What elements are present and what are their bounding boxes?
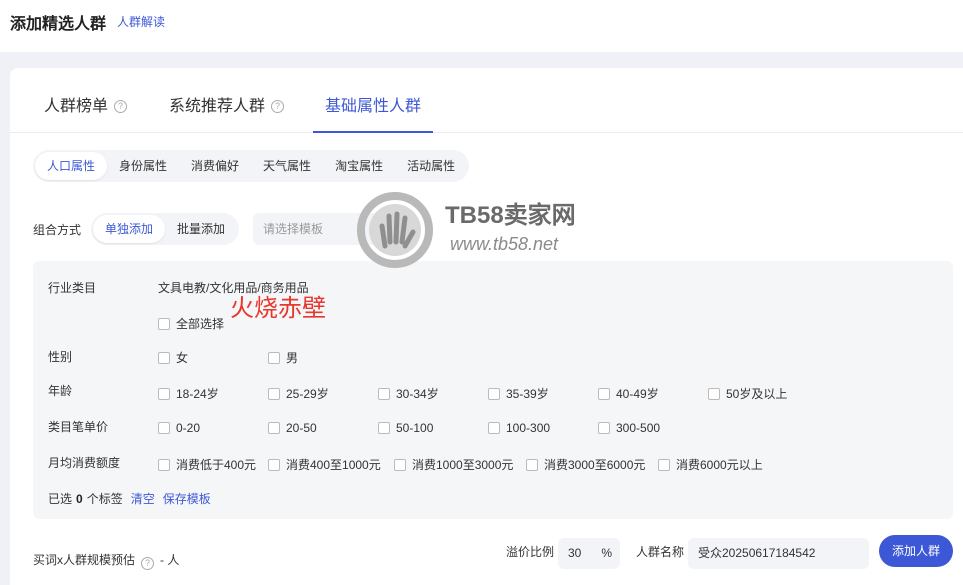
age-checkbox[interactable]: 30-34岁: [378, 385, 439, 402]
checkbox-box[interactable]: [378, 422, 390, 434]
page-title: 添加精选人群: [10, 16, 107, 33]
selected-summary: 已选 0 个标签 清空 保存模板: [48, 492, 211, 506]
page-header: 添加精选人群 人群解读: [0, 0, 963, 52]
tab-crowd-ranking[interactable]: 人群榜单?: [44, 92, 128, 133]
checkbox-box[interactable]: [158, 387, 170, 400]
subtab-taobao[interactable]: 淘宝属性: [323, 152, 395, 180]
checkbox-box[interactable]: [598, 387, 610, 400]
attribute-subtabs: 人口属性 身份属性 消费偏好 天气属性 淘宝属性 活动属性: [33, 150, 470, 182]
estimate-value: - 人: [160, 553, 180, 567]
checkbox-box[interactable]: [268, 458, 280, 471]
tab-bar: 人群榜单? 系统推荐人群? 基础属性人群: [10, 68, 963, 133]
spend-checkbox[interactable]: 消费低于400元: [158, 456, 256, 473]
watermark-url: www.tb58.net: [450, 234, 559, 254]
tab-basic-attribute-crowd[interactable]: 基础属性人群: [313, 92, 434, 133]
subtab-identity[interactable]: 身份属性: [107, 152, 179, 180]
combo-label: 组合方式: [33, 223, 82, 237]
hand-logo-icon: [357, 192, 433, 268]
selected-count: 0: [76, 492, 83, 506]
spend-checkbox[interactable]: 消费400至1000元: [268, 456, 381, 473]
checkbox-box[interactable]: [268, 387, 280, 400]
premium-label: 溢价比例: [506, 545, 555, 559]
checkbox-box[interactable]: [488, 422, 500, 434]
help-icon[interactable]: ?: [141, 557, 155, 570]
main-card: 人群榜单? 系统推荐人群? 基础属性人群 人口属性 身份属性 消费偏好 天气属性…: [10, 68, 963, 585]
checkbox-box[interactable]: [158, 458, 170, 471]
batch-add-option[interactable]: 批量添加: [165, 215, 237, 243]
tab-label: 系统推荐人群: [169, 98, 266, 115]
spend-checkbox[interactable]: 消费1000至3000元: [394, 456, 513, 473]
unit-price-label: 类目笔单价: [48, 420, 109, 434]
price-checkbox[interactable]: 20-50: [268, 421, 317, 435]
price-checkbox[interactable]: 300-500: [598, 421, 660, 435]
subtab-weather[interactable]: 天气属性: [251, 152, 323, 180]
checkbox-box[interactable]: [158, 422, 170, 434]
watermark-title: TB58卖家网: [445, 202, 576, 229]
premium-input[interactable]: 30 %: [558, 538, 620, 569]
template-placeholder: 请选择模板: [263, 222, 324, 236]
select-all-checkbox[interactable]: 全部选择: [158, 315, 224, 332]
gender-female-checkbox[interactable]: 女: [158, 349, 188, 366]
watermark: TB58卖家网 www.tb58.net: [355, 190, 605, 270]
save-template-link[interactable]: 保存模板: [163, 492, 211, 506]
spend-checkbox[interactable]: 消费6000元以上: [658, 456, 763, 473]
checkbox-box[interactable]: [658, 458, 670, 471]
single-add-option[interactable]: 单独添加: [93, 215, 166, 243]
help-icon[interactable]: ?: [271, 100, 285, 113]
age-checkbox[interactable]: 35-39岁: [488, 385, 549, 402]
percent-unit: %: [601, 546, 612, 560]
checkbox-box[interactable]: [598, 422, 610, 434]
monthly-spend-label: 月均消费额度: [48, 456, 121, 470]
clear-link[interactable]: 清空: [131, 492, 155, 506]
help-icon[interactable]: ?: [114, 100, 128, 113]
tab-recommended-crowd[interactable]: 系统推荐人群?: [169, 92, 285, 133]
bottom-bar: 买词x人群规模预估? - 人 溢价比例 30 % 人群名称 受众202506171…: [10, 535, 963, 578]
crowd-insight-link[interactable]: 人群解读: [117, 13, 165, 30]
age-checkbox[interactable]: 18-24岁: [158, 385, 219, 402]
gender-male-checkbox[interactable]: 男: [268, 349, 298, 366]
checkbox-box[interactable]: [394, 458, 406, 471]
tab-label: 基础属性人群: [325, 98, 422, 115]
scale-estimate: 买词x人群规模预估? - 人: [33, 553, 180, 570]
gender-label: 性别: [48, 350, 73, 364]
subtab-activity[interactable]: 活动属性: [395, 152, 467, 180]
price-checkbox[interactable]: 0-20: [158, 421, 200, 435]
price-checkbox[interactable]: 50-100: [378, 421, 433, 435]
age-checkbox[interactable]: 25-29岁: [268, 385, 329, 402]
tab-label: 人群榜单: [44, 98, 109, 115]
crowd-name-label: 人群名称: [636, 545, 685, 559]
crowd-name-input[interactable]: 受众20250617184542: [688, 538, 869, 569]
overlay-annotation: 火烧赤壁: [230, 295, 326, 322]
checkbox-box[interactable]: [158, 317, 170, 330]
subtab-consumption[interactable]: 消费偏好: [179, 152, 251, 180]
subtab-demographics[interactable]: 人口属性: [35, 152, 108, 180]
checkbox-box[interactable]: [708, 387, 720, 400]
spend-checkbox[interactable]: 消费3000至6000元: [526, 456, 645, 473]
age-checkbox[interactable]: 50岁及以上: [708, 385, 787, 402]
checkbox-box[interactable]: [526, 458, 538, 471]
add-crowd-button[interactable]: 添加人群: [879, 535, 953, 567]
age-label: 年龄: [48, 384, 73, 398]
checkbox-box[interactable]: [488, 387, 500, 400]
filter-panel: 行业类目 文具电教/文化用品/商务用品 全部选择 性别 女 男 年龄 18-24…: [33, 261, 953, 519]
industry-label: 行业类目: [48, 281, 97, 295]
checkbox-box[interactable]: [378, 387, 390, 400]
checkbox-box[interactable]: [158, 351, 170, 364]
checkbox-box[interactable]: [268, 351, 280, 364]
checkbox-box[interactable]: [268, 422, 280, 434]
combo-mode-toggle: 单独添加 批量添加: [91, 213, 240, 245]
age-checkbox[interactable]: 40-49岁: [598, 385, 659, 402]
price-checkbox[interactable]: 100-300: [488, 421, 550, 435]
